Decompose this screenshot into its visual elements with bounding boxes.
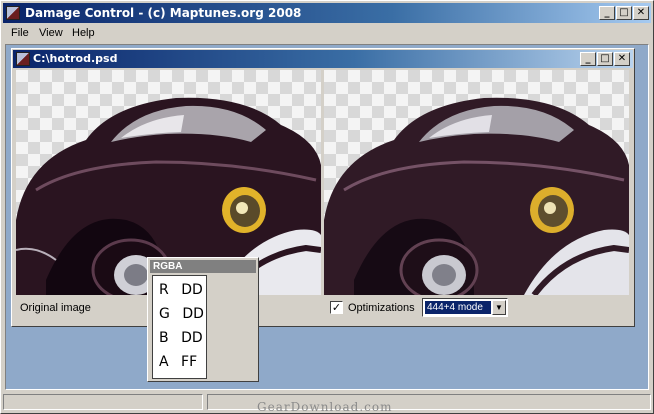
channel-label: A [159,354,169,370]
mode-select-value: 444+4 mode [425,301,491,314]
window-title: Damage Control - (c) Maptunes.org 2008 [25,6,302,20]
original-image-label: Original image [20,302,91,314]
minimize-button[interactable]: _ [599,6,615,20]
watermark: GearDownload.com [257,400,393,414]
menu-file[interactable]: File [11,27,29,39]
optimized-image-pane[interactable] [324,70,629,295]
channel-value: DD [181,330,203,346]
menu-view[interactable]: View [39,27,63,39]
rgba-row-r: R DD [159,282,203,298]
document-icon[interactable] [16,52,30,66]
document-title: C:\hotrod.psd [33,52,118,65]
channel-label: G [159,306,170,322]
document-title-bar[interactable]: C:\hotrod.psd _ □ ✕ [13,50,633,68]
document-window: C:\hotrod.psd _ □ ✕ Original image ✓ Opt… [11,48,635,327]
rgba-panel: RGBA R DD G DD B DD A FF [147,257,259,382]
menu-bar: File View Help [3,24,651,43]
doc-maximize-button[interactable]: □ [597,52,613,66]
channel-label: R [159,282,169,298]
status-pane-1 [3,394,203,410]
channel-label: B [159,330,169,346]
rgba-row-b: B DD [159,330,203,346]
hotrod-car-optimized-image [324,97,629,295]
chevron-down-icon[interactable]: ▼ [492,300,506,315]
app-icon[interactable] [6,6,20,20]
mode-select[interactable]: 444+4 mode ▼ [422,298,508,317]
title-bar[interactable]: Damage Control - (c) Maptunes.org 2008 _… [3,3,651,23]
rgba-row-g: G DD [159,306,204,322]
mdi-client-area: C:\hotrod.psd _ □ ✕ Original image ✓ Opt… [5,44,649,390]
doc-minimize-button[interactable]: _ [580,52,596,66]
optimizations-label: Optimizations [348,302,415,314]
rgba-row-a: A FF [159,354,197,370]
channel-value: DD [181,282,203,298]
channel-value: DD [182,306,204,322]
rgba-panel-title[interactable]: RGBA [150,260,256,273]
maximize-button[interactable]: □ [616,6,632,20]
app-window: Damage Control - (c) Maptunes.org 2008 _… [0,0,654,414]
doc-close-button[interactable]: ✕ [614,52,630,66]
optimizations-checkbox[interactable]: ✓ [330,301,343,314]
rgba-values-box: R DD G DD B DD A FF [152,275,207,379]
channel-value: FF [181,354,198,370]
menu-help[interactable]: Help [72,27,95,39]
close-button[interactable]: ✕ [633,6,649,20]
